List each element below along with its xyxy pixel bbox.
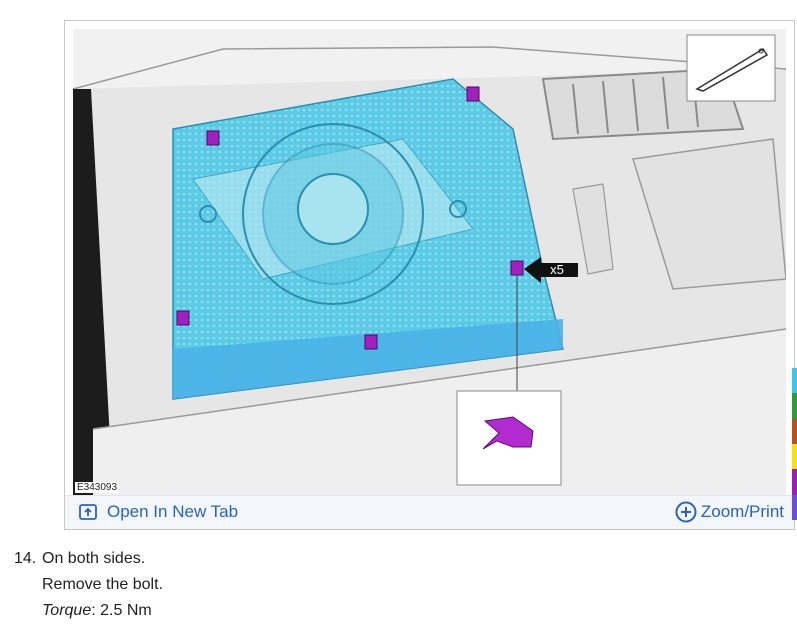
step-line-1: 14. On both sides.: [14, 546, 163, 572]
zoom-print-label: Zoom/Print: [700, 502, 784, 521]
open-in-new-tab-icon: [79, 504, 97, 520]
step-number: 14.: [14, 550, 37, 567]
step-instruction-1: On both sides.: [42, 550, 146, 567]
procedure-step: 14. On both sides. Remove the bolt. Torqu…: [14, 546, 163, 624]
color-strip-segment: [792, 443, 797, 470]
speaker-grille-illustration[interactable]: x5 E343093: [73, 29, 786, 495]
callout-label: x5: [550, 262, 564, 277]
figure-id-label: E343093: [75, 482, 120, 493]
torque-label: Torque: [42, 602, 92, 619]
color-strip-segment: [792, 368, 797, 394]
figure-frame: x5 E343093 Open In New Tab Zoom/Print: [64, 20, 795, 530]
torque-line: Torque: 2.5 Nm: [14, 598, 163, 624]
color-strip-segment: [792, 469, 797, 495]
plus-circle-icon: [675, 501, 697, 523]
color-strip-segment: [792, 494, 797, 520]
open-in-new-tab-label: Open In New Tab: [107, 502, 239, 521]
torque-value: 2.5 Nm: [95, 602, 152, 619]
color-strip: [792, 368, 797, 520]
zoom-print-link[interactable]: Zoom/Print: [675, 501, 784, 523]
open-in-new-tab-link[interactable]: Open In New Tab: [79, 502, 238, 522]
figure-toolbar: Open In New Tab Zoom/Print: [65, 495, 794, 529]
illustration-drawing: [73, 29, 786, 495]
step-instruction-2: Remove the bolt.: [42, 576, 163, 593]
color-strip-segment: [792, 393, 797, 419]
color-strip-segment: [792, 418, 797, 444]
